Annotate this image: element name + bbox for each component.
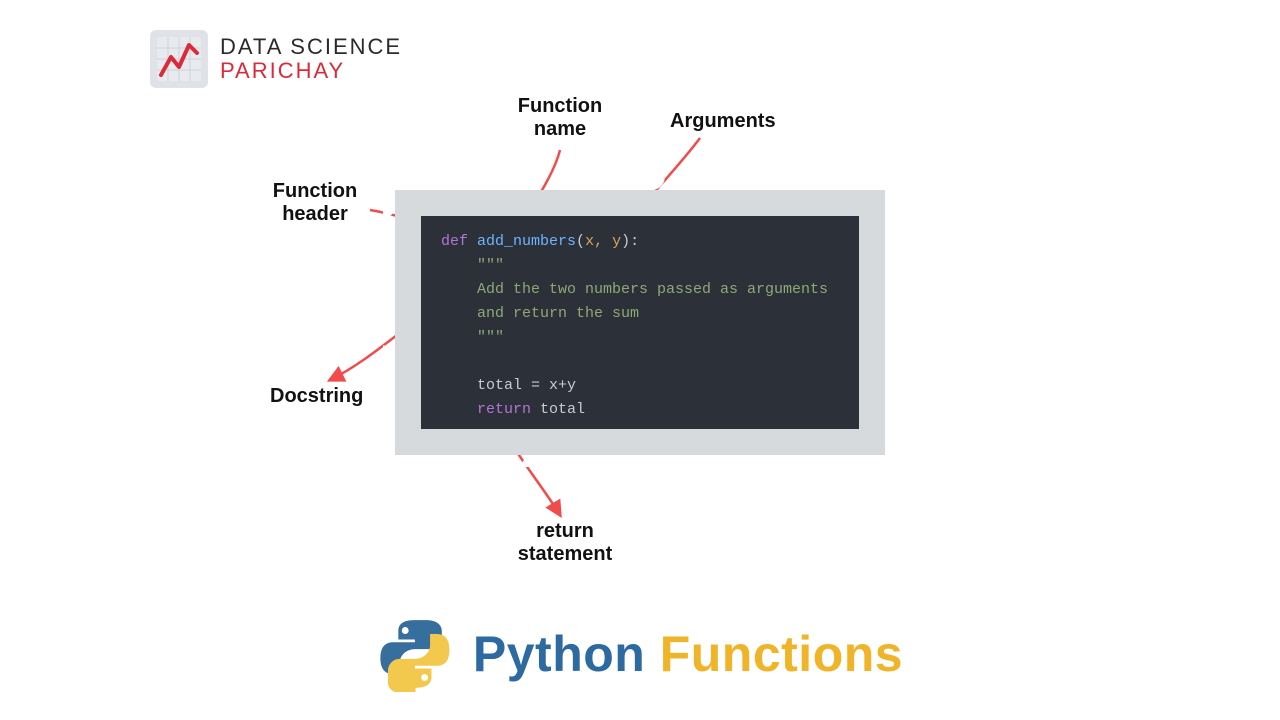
label-return-statement: return statement — [500, 520, 630, 566]
code-lparen: ( — [576, 233, 585, 250]
label-arguments: Arguments — [670, 110, 776, 133]
code-docstring-close: """ — [441, 329, 504, 346]
code-rparen-colon: ): — [621, 233, 639, 250]
brand-line-2: PARICHAY — [220, 59, 402, 83]
label-function-header: Function header — [255, 180, 375, 226]
brand-logo: DATA SCIENCE PARICHAY — [150, 30, 402, 88]
code-docstring-line2: and return the sum — [441, 305, 639, 322]
code-block: def add_numbers(x, y): """ Add the two n… — [421, 216, 859, 429]
code-docstring-line1: Add the two numbers passed as arguments — [441, 281, 828, 298]
title-word-functions: Functions — [660, 626, 903, 682]
label-docstring: Docstring — [270, 385, 363, 408]
keyword-return: return — [441, 401, 540, 418]
brand-logo-mark — [150, 30, 208, 88]
page-title-row: Python Functions — [377, 616, 903, 692]
brand-line-1: DATA SCIENCE — [220, 35, 402, 59]
code-params: x, y — [585, 233, 621, 250]
title-word-python: Python — [473, 626, 660, 682]
code-assign-line: total = x+y — [441, 377, 576, 394]
code-function-name: add_numbers — [477, 233, 576, 250]
brand-logo-text: DATA SCIENCE PARICHAY — [220, 35, 402, 83]
code-return-value: total — [540, 401, 585, 418]
page-title: Python Functions — [473, 625, 903, 683]
code-stamp: def add_numbers(x, y): """ Add the two n… — [395, 190, 885, 455]
code-docstring-open: """ — [441, 257, 504, 274]
keyword-def: def — [441, 233, 477, 250]
python-logo-icon — [377, 616, 453, 692]
label-function-name: Function name — [500, 95, 620, 141]
